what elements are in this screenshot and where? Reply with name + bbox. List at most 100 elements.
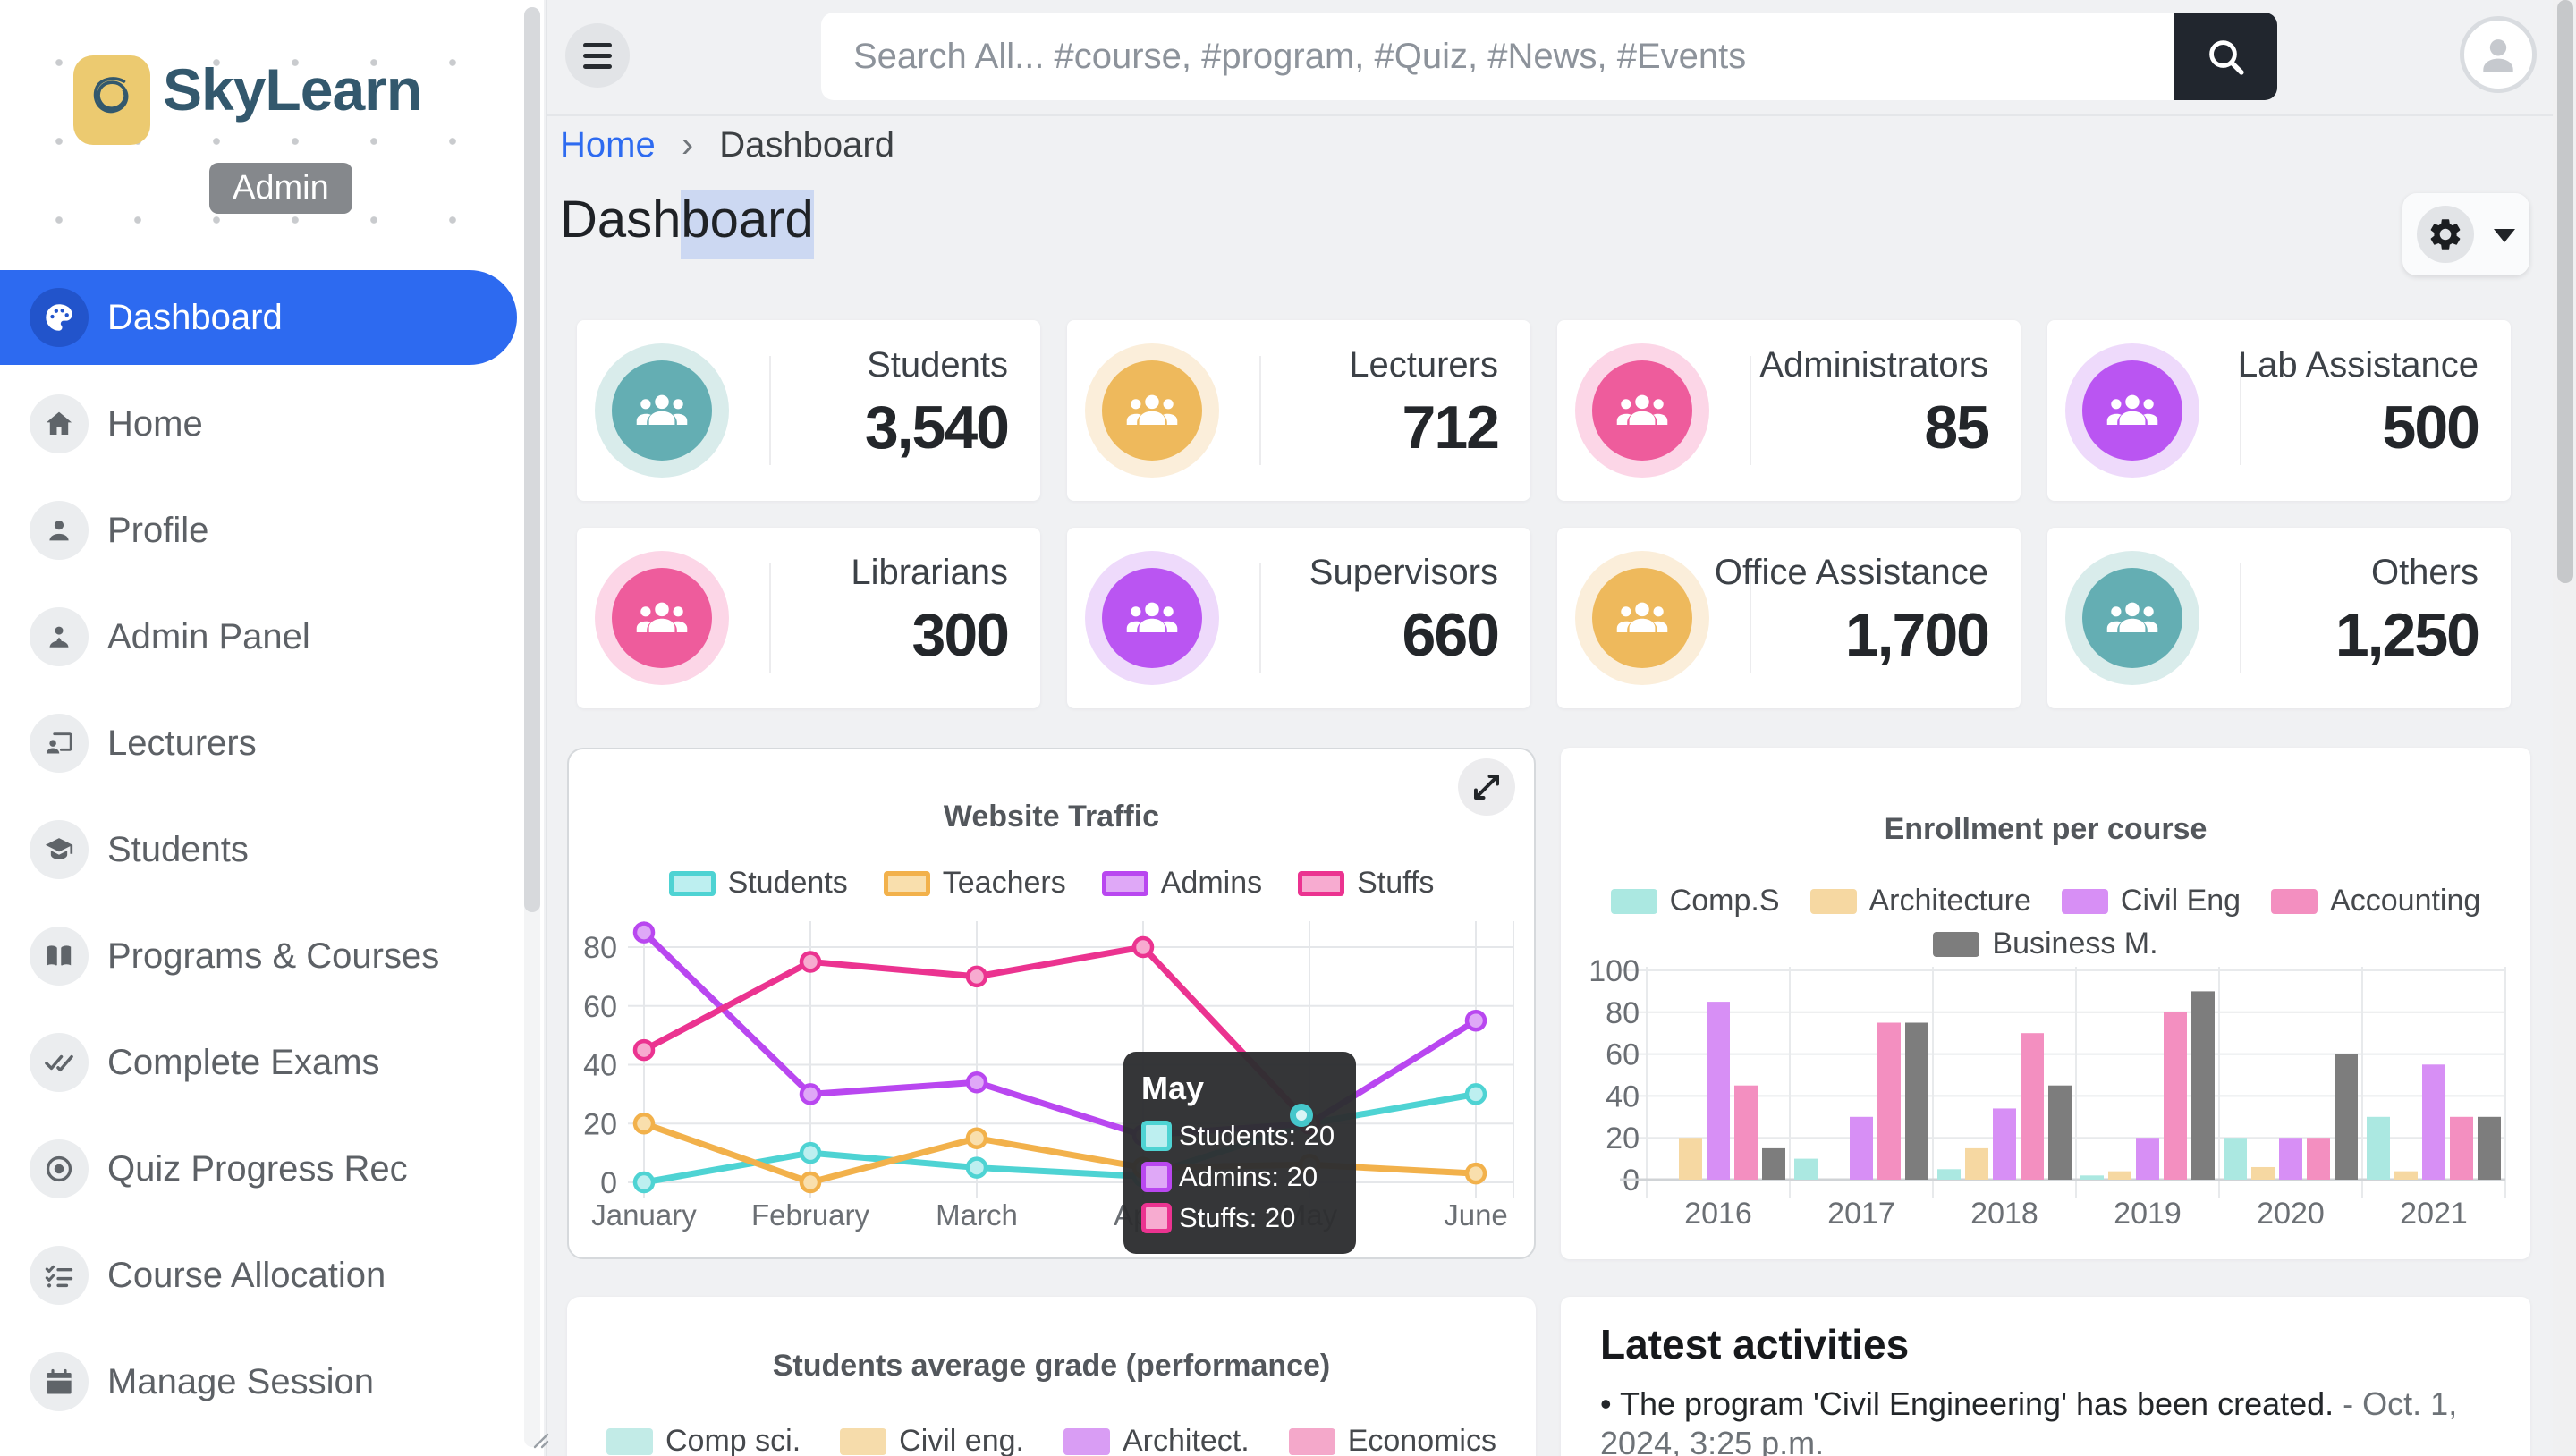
- svg-text:June: June: [1444, 1198, 1508, 1232]
- activity-item: • The program 'Civil Engineering' has be…: [1600, 1384, 2504, 1456]
- brand-logo-icon: [73, 55, 150, 145]
- sidebar-item-label: Profile: [107, 511, 208, 551]
- sidebar-item-label: Home: [107, 404, 203, 444]
- svg-text:40: 40: [583, 1049, 617, 1083]
- stat-card: Students3,540: [577, 320, 1040, 501]
- stat-divider: [769, 563, 771, 673]
- page-title-selection: board: [681, 190, 813, 249]
- page-scrollbar-track[interactable]: [2553, 0, 2576, 1456]
- legend-item[interactable]: Civil eng.: [840, 1424, 1024, 1456]
- sidebar-item-admin-panel[interactable]: Admin Panel: [0, 589, 544, 684]
- chevron-down-icon: [2494, 229, 2515, 242]
- stat-label: Students: [865, 345, 1008, 385]
- breadcrumb-home-link[interactable]: Home: [560, 125, 656, 165]
- settings-button[interactable]: [2402, 193, 2529, 275]
- sidebar-resize-handle-icon[interactable]: [526, 1426, 549, 1449]
- person-icon: [2472, 29, 2524, 80]
- svg-text:60: 60: [1606, 1038, 1640, 1072]
- stat-value: 500: [2238, 393, 2479, 462]
- brand-name: SkyLearn: [163, 55, 421, 123]
- stat-value: 660: [1309, 600, 1498, 670]
- svg-text:100: 100: [1589, 954, 1640, 988]
- legend-item[interactable]: Architect.: [1063, 1424, 1250, 1456]
- breadcrumb-separator: ›: [682, 125, 693, 165]
- svg-text:80: 80: [1606, 996, 1640, 1030]
- tooltip-label: Students: 20: [1179, 1120, 1335, 1152]
- sidebar-divider: [546, 0, 547, 1456]
- stat-card: Others1,250: [2047, 528, 2511, 708]
- tooltip-row: Stuffs: 20: [1141, 1202, 1335, 1234]
- stat-label: Others: [2335, 553, 2479, 593]
- sidebar-nav: Dashboard Home Profile Admin Panel Lecturers…: [0, 270, 544, 1441]
- sidebar-item-label: Manage Session: [107, 1362, 374, 1402]
- stat-label: Librarians: [851, 553, 1008, 593]
- sidebar-item-course-allocation[interactable]: Course Allocation: [0, 1228, 544, 1323]
- groups-icon: [612, 568, 712, 668]
- sidebar-scrollbar-thumb[interactable]: [524, 7, 540, 912]
- sidebar-item-students[interactable]: Students: [0, 802, 544, 897]
- sidebar-item-profile[interactable]: Profile: [0, 483, 544, 578]
- stat-label: Lab Assistance: [2238, 345, 2479, 385]
- bar-chart: 020406080100201620172018201920202021: [1561, 748, 2530, 1259]
- sidebar-item-manage-session[interactable]: Manage Session: [0, 1334, 544, 1429]
- svg-text:2019: 2019: [2114, 1197, 2182, 1231]
- search-input[interactable]: [821, 13, 2174, 100]
- stat-card: Office Assistance1,700: [1557, 528, 2021, 708]
- svg-text:January: January: [591, 1198, 697, 1232]
- expand-chart-button[interactable]: [1458, 758, 1515, 816]
- svg-text:2017: 2017: [1827, 1197, 1895, 1231]
- sidebar-item-quiz-progress-rec[interactable]: Quiz Progress Rec: [0, 1122, 544, 1216]
- chart-title: Students average grade (performance): [567, 1349, 1536, 1384]
- stat-card: Administrators85: [1557, 320, 2021, 501]
- sidebar-item-label: Complete Exams: [107, 1043, 380, 1083]
- stat-card: Lecturers712: [1067, 320, 1530, 501]
- chart-tooltip: May Students: 20Admins: 20Stuffs: 20: [1123, 1052, 1356, 1254]
- search-icon: [2203, 34, 2248, 79]
- legend-item[interactable]: Economics: [1289, 1424, 1496, 1456]
- user-avatar[interactable]: [2460, 16, 2537, 93]
- palette-icon: [30, 288, 89, 347]
- tooltip-row: Admins: 20: [1141, 1161, 1335, 1193]
- stat-icon-halo: [2065, 551, 2199, 685]
- book-icon: [30, 927, 89, 986]
- stat-card: Lab Assistance 500: [2047, 320, 2511, 501]
- page-scrollbar-thumb[interactable]: [2557, 0, 2573, 583]
- sidebar-item-home[interactable]: Home: [0, 377, 544, 471]
- sidebar-item-programs-courses[interactable]: Programs & Courses: [0, 909, 544, 1003]
- menu-toggle-button[interactable]: [565, 23, 630, 88]
- admin-badge: Admin: [209, 163, 352, 214]
- legend-item[interactable]: Comp sci.: [606, 1424, 801, 1456]
- stat-value: 1,700: [1715, 600, 1988, 670]
- legend-label: Civil eng.: [899, 1424, 1024, 1456]
- sidebar-item-dashboard[interactable]: Dashboard: [0, 270, 517, 365]
- stat-label: Lecturers: [1349, 345, 1498, 385]
- admin-icon: [30, 607, 89, 666]
- sidebar-item-label: Dashboard: [107, 298, 283, 338]
- svg-text:2018: 2018: [1970, 1197, 2038, 1231]
- stat-icon-halo: [1085, 343, 1219, 478]
- svg-text:20: 20: [1606, 1122, 1640, 1155]
- svg-text:40: 40: [1606, 1079, 1640, 1113]
- done-all-icon: [30, 1033, 89, 1092]
- sidebar-item-complete-exams[interactable]: Complete Exams: [0, 1015, 544, 1110]
- stat-divider: [1259, 356, 1261, 465]
- calendar-icon: [30, 1352, 89, 1411]
- svg-text:0: 0: [600, 1166, 617, 1200]
- gear-icon: [2417, 206, 2474, 263]
- stat-divider: [1750, 356, 1751, 465]
- tooltip-swatch: [1141, 1162, 1172, 1192]
- sidebar-item-lecturers[interactable]: Lecturers: [0, 696, 544, 791]
- legend-swatch: [606, 1428, 653, 1455]
- checklist-icon: [30, 1246, 89, 1305]
- stat-icon-halo: [1575, 551, 1709, 685]
- lecturer-icon: [30, 714, 89, 773]
- stat-icon-halo: [595, 551, 729, 685]
- enrollment-card: Enrollment per course Comp.SArchitecture…: [1561, 748, 2530, 1259]
- search-button[interactable]: [2174, 13, 2277, 100]
- legend-swatch: [1289, 1428, 1335, 1455]
- activities-list: • The program 'Civil Engineering' has be…: [1600, 1384, 2504, 1456]
- topbar: [547, 0, 2556, 116]
- tooltip-swatch: [1141, 1203, 1172, 1233]
- legend-label: Comp sci.: [665, 1424, 801, 1456]
- activities-title: Latest activities: [1600, 1320, 1909, 1368]
